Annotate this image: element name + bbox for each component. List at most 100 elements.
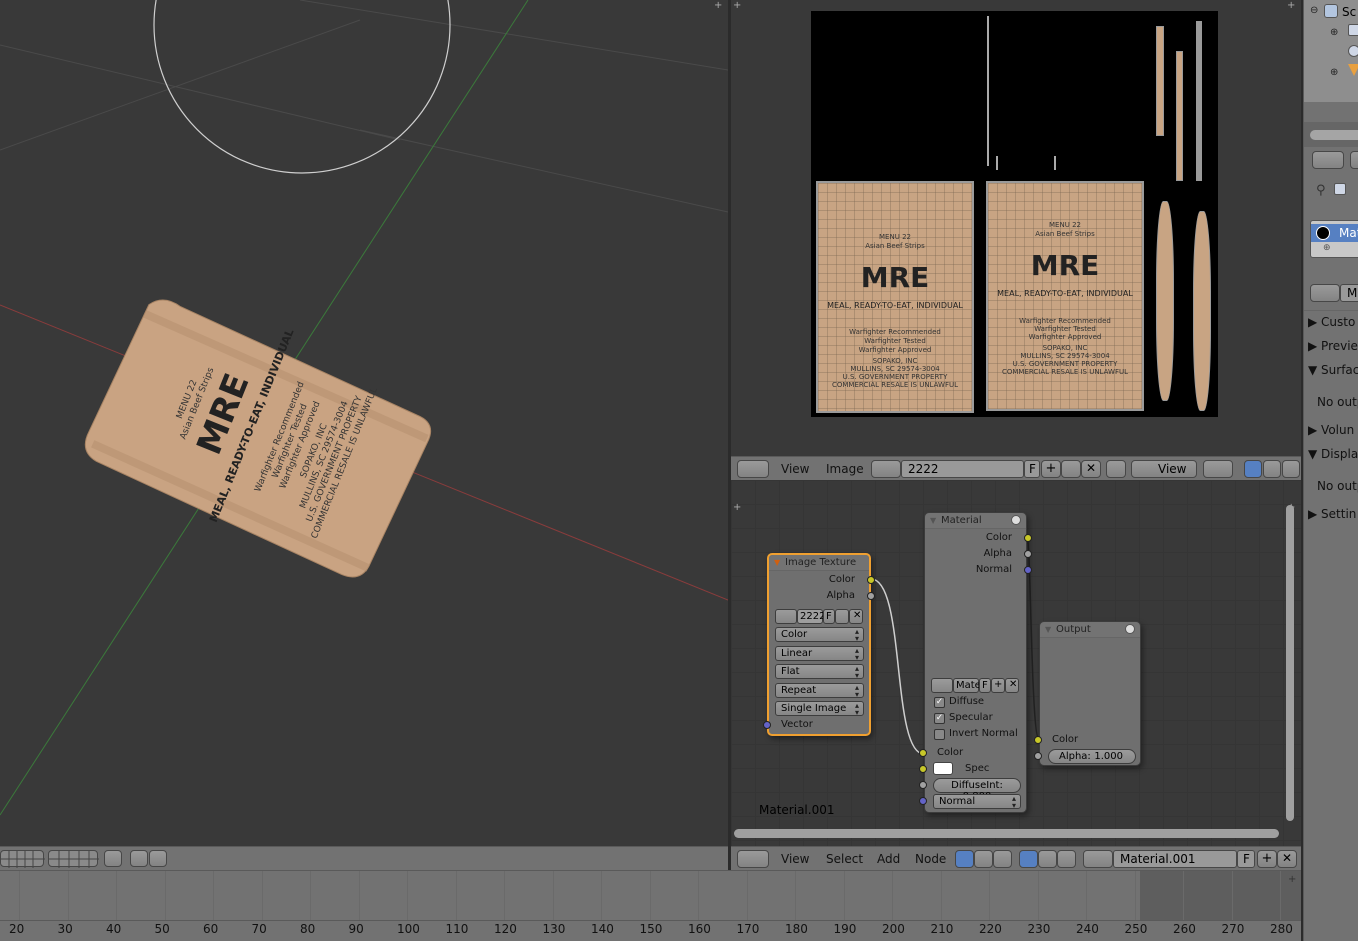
material-in-color-socket[interactable]: [919, 749, 927, 757]
texture-image-browse-icon[interactable]: [775, 609, 797, 624]
material-out-color-socket[interactable]: [1024, 534, 1032, 542]
outliner[interactable]: ⊖ Sc ⊕ ⊕: [1304, 0, 1358, 102]
material-out-normal-socket[interactable]: [1024, 566, 1032, 574]
material-add-icon[interactable]: +: [991, 678, 1005, 693]
material-out-alpha-socket[interactable]: [1024, 550, 1032, 558]
node-preview-icon[interactable]: [1125, 624, 1135, 634]
area-split-corner[interactable]: +: [1288, 874, 1300, 886]
texture-out-color-socket[interactable]: [867, 576, 875, 584]
output-node-header[interactable]: ▼ Output: [1040, 622, 1140, 638]
line-style-icon[interactable]: [1057, 850, 1076, 868]
collapse-triangle-icon[interactable]: ▼: [1045, 625, 1051, 634]
image-name-field[interactable]: 2222: [901, 460, 1024, 478]
editor-type-icon[interactable]: [1312, 151, 1344, 169]
collapse-triangle-icon[interactable]: ▼: [930, 516, 936, 525]
editor-type-icon[interactable]: [737, 460, 769, 478]
panel-preview[interactable]: ▶ Previe: [1308, 339, 1358, 353]
material-fake-user[interactable]: F: [979, 678, 991, 693]
material-unlink-icon[interactable]: ✕: [1005, 678, 1019, 693]
layer-lock-icon[interactable]: [104, 850, 122, 867]
texture-fake-user[interactable]: F: [823, 609, 835, 624]
sculpt-icon[interactable]: [1282, 460, 1300, 478]
node-editor[interactable]: + + Material.001 ▼ Image Texture Color A…: [731, 480, 1301, 846]
3d-viewport[interactable]: MENU 22 Asian Beef Strips MRE MEAL, READ…: [0, 0, 728, 846]
color-space-dropdown[interactable]: Color ▴ ▾: [775, 627, 864, 643]
texture-nodes-icon[interactable]: [993, 850, 1012, 868]
diffuse-intensity-slider[interactable]: DiffuseInt: 0.800: [933, 778, 1021, 802]
material-browse-field[interactable]: M: [1340, 284, 1358, 302]
material-node[interactable]: ▼ Material Color Alpha Normal Mate F + ✕…: [919, 512, 1032, 813]
menu-image[interactable]: Image: [826, 462, 864, 476]
material-name-field[interactable]: Material.001: [1113, 850, 1237, 868]
texture-unlink-icon[interactable]: ✕: [849, 609, 863, 624]
material-browse-icon[interactable]: [931, 678, 953, 693]
area-split-corner[interactable]: +: [1287, 0, 1299, 12]
menu-select[interactable]: Select: [826, 852, 863, 866]
outliner-scrollbar[interactable]: [1310, 130, 1358, 140]
menu-node[interactable]: Node: [915, 852, 946, 866]
timeline[interactable]: 20 30 40 50 60 70 80 90 100 110 120 130 140 150 160 170…: [0, 870, 1301, 941]
output-in-color-socket[interactable]: [1034, 736, 1042, 744]
area-split-corner[interactable]: +: [733, 0, 745, 12]
open-image-icon[interactable]: [1061, 460, 1081, 478]
interpolation-dropdown[interactable]: Linear ▴ ▾: [775, 646, 864, 662]
image-texture-node-header[interactable]: ▼ Image Texture: [769, 555, 869, 571]
panel-volume[interactable]: ▶ Volun: [1308, 423, 1354, 437]
render-camera-icon[interactable]: [130, 850, 148, 867]
object-shader-icon[interactable]: [1019, 850, 1038, 868]
view-mode-dropdown[interactable]: View: [1131, 460, 1197, 478]
uv-sync-icon[interactable]: [1244, 460, 1262, 478]
alpha-slider[interactable]: Alpha: 1.000: [1048, 749, 1136, 764]
layer-buttons-2[interactable]: [48, 850, 99, 868]
menu-view[interactable]: View: [781, 852, 809, 866]
layer-buttons-1[interactable]: [0, 850, 45, 868]
material-node-header[interactable]: ▼ Material: [925, 513, 1026, 529]
panel-displacement[interactable]: ▼ Displa: [1308, 447, 1358, 461]
node-preview-icon[interactable]: [1011, 515, 1021, 525]
spec-color-swatch[interactable]: [933, 762, 953, 775]
normal-dropdown[interactable]: Normal ▴ ▾: [933, 794, 1021, 810]
shader-nodes-icon[interactable]: [955, 850, 974, 868]
material-name-field[interactable]: Mate: [953, 678, 981, 693]
context-icon[interactable]: [1350, 151, 1358, 169]
outliner-scene-label[interactable]: Sc: [1342, 5, 1356, 19]
unlink-image-icon[interactable]: ✕: [1081, 460, 1101, 478]
panel-surface[interactable]: ▼ Surfac: [1308, 363, 1358, 377]
material-slots-list[interactable]: Mat ⊕: [1310, 220, 1358, 258]
texture-in-vector-socket[interactable]: [763, 721, 771, 729]
fake-user-button[interactable]: F: [1024, 460, 1040, 478]
area-split-corner[interactable]: +: [714, 0, 726, 12]
diffuse-checkbox[interactable]: ✓: [934, 697, 945, 708]
material-slot-selected[interactable]: Mat: [1311, 224, 1358, 242]
pin-icon[interactable]: [1106, 460, 1126, 478]
output-node[interactable]: ▼ Output Color Alpha: 1.000: [1034, 621, 1141, 766]
pivot-dropdown[interactable]: [1203, 460, 1233, 478]
unlink-material-icon[interactable]: ✕: [1277, 850, 1297, 868]
panel-custom-properties[interactable]: ▶ Custo: [1308, 315, 1355, 329]
pin-icon[interactable]: ⚲: [1316, 183, 1326, 198]
editor-type-icon[interactable]: [737, 850, 769, 868]
new-material-icon[interactable]: +: [1257, 850, 1277, 868]
extension-dropdown[interactable]: Repeat ▴ ▾: [775, 683, 864, 699]
invert-normal-checkbox[interactable]: [934, 729, 945, 740]
material-browse-icon[interactable]: [1083, 850, 1113, 868]
collapse-icon[interactable]: ⊖: [1310, 5, 1318, 16]
menu-add[interactable]: Add: [877, 852, 900, 866]
material-in-spec-socket[interactable]: [919, 765, 927, 773]
specular-checkbox[interactable]: ✓: [934, 713, 945, 724]
material-browse-icon[interactable]: [1310, 284, 1340, 302]
texture-open-icon[interactable]: [835, 609, 849, 624]
texture-out-alpha-socket[interactable]: [867, 592, 875, 600]
world-shader-icon[interactable]: [1038, 850, 1057, 868]
source-dropdown[interactable]: Single Image ▴ ▾: [775, 701, 864, 717]
material-in-diffuseint-socket[interactable]: [919, 781, 927, 789]
panel-settings[interactable]: ▶ Settin: [1308, 507, 1356, 521]
checker-icon[interactable]: [1263, 460, 1281, 478]
render-animation-icon[interactable]: [149, 850, 167, 867]
expand-icon[interactable]: ⊕: [1330, 67, 1338, 78]
image-texture-node[interactable]: ▼ Image Texture Color Alpha 2222 F ✕ Col…: [763, 553, 875, 736]
menu-view[interactable]: View: [781, 462, 809, 476]
output-in-alpha-socket[interactable]: [1034, 752, 1042, 760]
compositing-nodes-icon[interactable]: [974, 850, 993, 868]
slot-resize-icon[interactable]: ⊕: [1323, 243, 1331, 253]
